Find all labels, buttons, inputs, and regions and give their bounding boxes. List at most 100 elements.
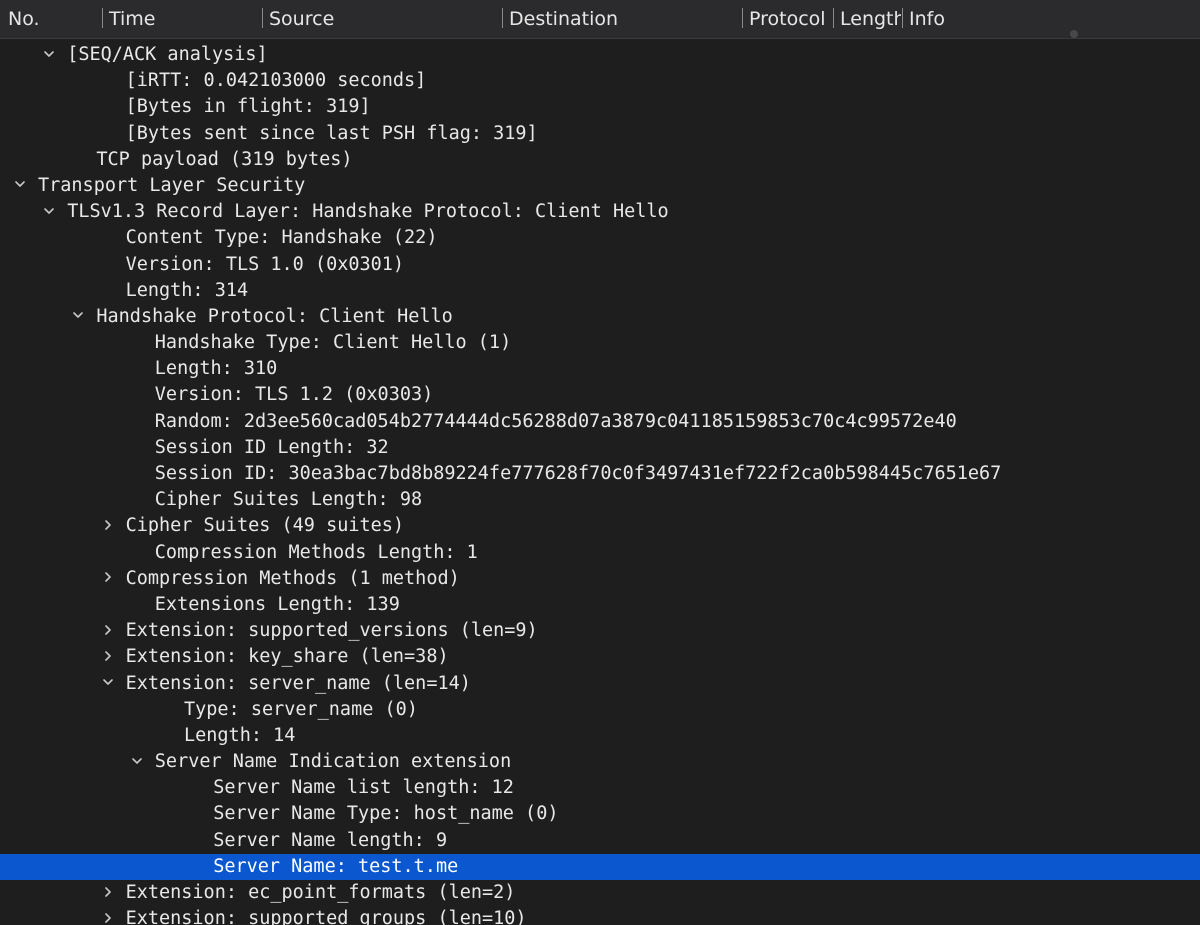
- tree-row[interactable]: Server Name Type: host_name (0): [0, 801, 1200, 827]
- column-label-protocol: Protocol: [749, 8, 826, 30]
- tree-row[interactable]: Length: 14: [0, 723, 1200, 749]
- packet-details-tree: [SEQ/ACK analysis] [iRTT: 0.042103000 sec…: [0, 42, 1200, 925]
- tree-row-label: Session ID: 30ea3bac7bd8b89224fe777628f7…: [154, 463, 1002, 484]
- tree-row-label: Version: TLS 1.0 (0x0301): [125, 253, 405, 275]
- column-header-length[interactable]: Length: [833, 0, 901, 38]
- tree-row[interactable]: Extension: server_name (len=14): [0, 671, 1200, 697]
- tree-row-label: Content Type: Handshake (22): [125, 227, 438, 249]
- chevron-right-icon[interactable]: [98, 566, 118, 592]
- column-header-time[interactable]: Time: [102, 0, 260, 38]
- tree-row[interactable]: Length: 310: [0, 356, 1200, 382]
- column-label-length: Length: [840, 8, 901, 30]
- column-header-info[interactable]: Info: [902, 0, 1192, 38]
- chevron-right-icon[interactable]: [98, 644, 118, 670]
- tree-row-label: [iRTT: 0.042103000 seconds]: [125, 70, 427, 92]
- tree-row[interactable]: [Bytes in flight: 319]: [0, 94, 1200, 120]
- tree-row[interactable]: Server Name Indication extension: [0, 749, 1200, 775]
- column-label-time: Time: [109, 8, 156, 30]
- column-header-destination[interactable]: Destination: [502, 0, 740, 38]
- tree-row-label: Type: server_name (0): [184, 698, 418, 720]
- tree-row-label: Handshake Type: Client Hello (1): [154, 332, 512, 354]
- tree-row[interactable]: Version: TLS 1.0 (0x0301): [0, 252, 1200, 278]
- column-divider[interactable]: [502, 8, 503, 28]
- tree-row-label: Extension: supported_versions (len=9): [125, 620, 538, 642]
- tree-row[interactable]: Type: server_name (0): [0, 697, 1200, 723]
- column-label-destination: Destination: [509, 8, 619, 30]
- tree-row[interactable]: [SEQ/ACK analysis]: [0, 42, 1200, 68]
- chevron-right-icon[interactable]: [98, 513, 118, 539]
- chevron-right-icon[interactable]: [98, 880, 118, 906]
- tree-row[interactable]: Session ID Length: 32: [0, 435, 1200, 461]
- tree-row-label: Extension: key_share (len=38): [125, 646, 449, 668]
- tree-row-label: Server Name list length: 12: [213, 777, 514, 799]
- column-label-source: Source: [269, 8, 335, 30]
- tree-row[interactable]: Server Name length: 9: [0, 828, 1200, 854]
- tree-row[interactable]: Extensions Length: 139: [0, 592, 1200, 618]
- tree-row-label: [SEQ/ACK analysis]: [67, 44, 268, 65]
- column-header-no[interactable]: No.: [8, 0, 100, 38]
- tree-row[interactable]: Handshake Protocol: Client Hello: [0, 304, 1200, 330]
- tree-row[interactable]: Transport Layer Security: [0, 173, 1200, 199]
- column-label-no: No.: [8, 8, 40, 30]
- column-divider[interactable]: [102, 8, 103, 28]
- tree-row[interactable]: Extension: supported_groups (len=10): [0, 906, 1200, 925]
- tree-row-label: Compression Methods Length: 1: [154, 541, 478, 563]
- tree-row-label: Handshake Protocol: Client Hello: [96, 305, 453, 327]
- tree-row[interactable]: [Bytes sent since last PSH flag: 319]: [0, 121, 1200, 147]
- tree-row[interactable]: Session ID: 30ea3bac7bd8b89224fe777628f7…: [0, 461, 1200, 487]
- tree-row-label: Length: 314: [125, 279, 249, 301]
- tree-row-label: Extension: ec_point_formats (len=2): [125, 882, 516, 903]
- chevron-down-icon[interactable]: [39, 42, 59, 68]
- packet-list-header: No. Time Source Destination Protocol Len…: [0, 0, 1200, 39]
- tree-row-label: Server Name Type: host_name (0): [213, 803, 559, 825]
- tree-row[interactable]: TLSv1.3 Record Layer: Handshake Protocol…: [0, 199, 1200, 225]
- tree-row[interactable]: Version: TLS 1.2 (0x0303): [0, 382, 1200, 408]
- chevron-right-icon[interactable]: [98, 618, 118, 644]
- tree-row[interactable]: Cipher Suites Length: 98: [0, 487, 1200, 513]
- column-divider[interactable]: [902, 8, 903, 28]
- tree-row[interactable]: Compression Methods (1 method): [0, 566, 1200, 592]
- tree-row[interactable]: Cipher Suites (49 suites): [0, 513, 1200, 539]
- chevron-right-icon[interactable]: [98, 906, 118, 925]
- tree-row-label: [Bytes sent since last PSH flag: 319]: [125, 122, 538, 144]
- column-label-info: Info: [909, 8, 945, 30]
- tree-row[interactable]: Server Name list length: 12: [0, 775, 1200, 801]
- tree-row-label: Extension: supported_groups (len=10): [125, 908, 527, 925]
- column-header-protocol[interactable]: Protocol: [742, 0, 832, 38]
- tree-row[interactable]: Length: 314: [0, 278, 1200, 304]
- tree-row[interactable]: TCP payload (319 bytes): [0, 147, 1200, 173]
- chevron-down-icon[interactable]: [39, 199, 59, 225]
- tree-row-label: Compression Methods (1 method): [125, 567, 460, 589]
- tree-row-label: Cipher Suites Length: 98: [154, 489, 423, 511]
- tree-row[interactable]: Handshake Type: Client Hello (1): [0, 330, 1200, 356]
- tree-row-label: [Bytes in flight: 319]: [125, 96, 371, 118]
- column-divider[interactable]: [742, 8, 743, 28]
- chevron-down-icon[interactable]: [127, 749, 147, 775]
- tree-row-label: Session ID Length: 32: [154, 436, 389, 458]
- tree-row[interactable]: Extension: key_share (len=38): [0, 644, 1200, 670]
- packet-details-window: No. Time Source Destination Protocol Len…: [0, 0, 1200, 925]
- tree-row[interactable]: Extension: supported_versions (len=9): [0, 618, 1200, 644]
- scrollbar-indicator[interactable]: [1070, 30, 1078, 38]
- chevron-down-icon[interactable]: [98, 671, 118, 697]
- tree-row[interactable]: Content Type: Handshake (22): [0, 225, 1200, 251]
- tree-row[interactable]: [iRTT: 0.042103000 seconds]: [0, 68, 1200, 94]
- chevron-down-icon[interactable]: [68, 304, 88, 330]
- tree-row-label: Length: 14: [184, 724, 296, 746]
- column-divider[interactable]: [833, 8, 834, 28]
- tree-row-label: Extensions Length: 139: [154, 593, 400, 615]
- tree-row-selected[interactable]: Server Name: test.t.me: [0, 853, 1200, 880]
- tree-row-label: Random: 2d3ee560cad054b2774444dc56288d07…: [154, 410, 957, 432]
- tree-row-label: Length: 310: [154, 358, 278, 380]
- tree-row[interactable]: Extension: ec_point_formats (len=2): [0, 880, 1200, 906]
- tree-row[interactable]: Compression Methods Length: 1: [0, 540, 1200, 566]
- column-divider[interactable]: [262, 8, 263, 28]
- tree-row[interactable]: Random: 2d3ee560cad054b2774444dc56288d07…: [0, 409, 1200, 435]
- tree-row-label: TCP payload (319 bytes): [96, 148, 353, 170]
- tree-row-label: Transport Layer Security: [38, 174, 306, 196]
- tree-row-label: Extension: server_name (len=14): [125, 672, 471, 694]
- tree-row-label: Server Name Indication extension: [154, 751, 512, 773]
- column-header-source[interactable]: Source: [262, 0, 500, 38]
- tree-row-label: Server Name length: 9: [213, 829, 448, 851]
- chevron-down-icon[interactable]: [10, 173, 30, 199]
